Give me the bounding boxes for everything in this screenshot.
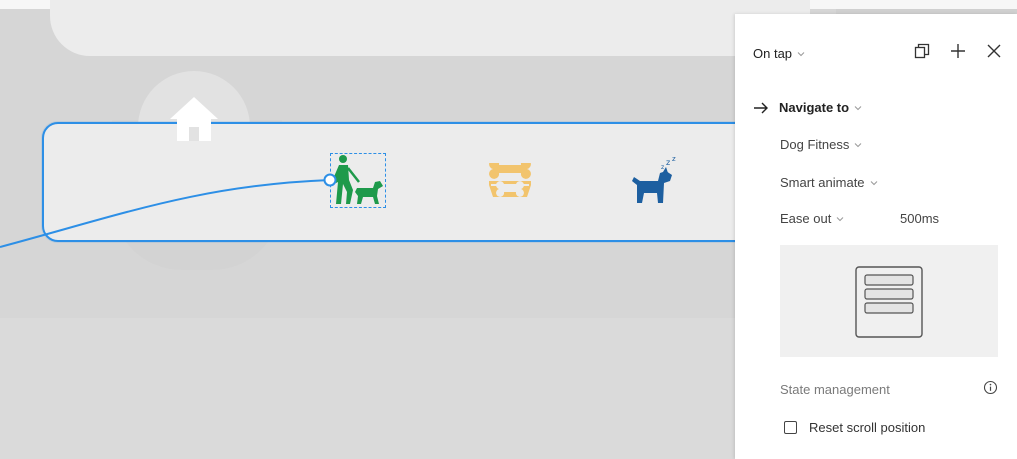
trigger-label: On tap — [753, 46, 793, 61]
arrow-right-icon — [754, 102, 768, 113]
chevron-down-icon — [870, 180, 877, 185]
duplicate-icon[interactable] — [913, 42, 931, 60]
trigger-dropdown[interactable]: On tap — [753, 46, 805, 61]
plus-icon[interactable] — [949, 42, 967, 60]
reset-scroll-label: Reset scroll position — [809, 420, 926, 435]
action-dropdown[interactable]: Navigate to — [753, 100, 862, 115]
easing-dropdown[interactable]: Ease out — [780, 211, 844, 226]
interaction-panel: On tap Navigate to Dog Fitness Smart ani… — [735, 14, 1017, 459]
connection-node — [323, 173, 337, 187]
info-icon[interactable] — [983, 380, 998, 395]
panel-header-actions — [913, 42, 1003, 60]
reset-scroll-checkbox[interactable] — [784, 421, 797, 434]
easing-label: Ease out — [780, 211, 832, 226]
device-preview-icon — [855, 266, 923, 338]
chevron-down-icon — [836, 216, 844, 221]
duration-input[interactable]: 500ms — [900, 211, 939, 226]
chevron-down-icon — [797, 51, 805, 56]
animation-preview — [780, 245, 998, 357]
destination-label: Dog Fitness — [780, 137, 850, 152]
destination-dropdown[interactable]: Dog Fitness — [780, 137, 862, 152]
close-icon[interactable] — [985, 42, 1003, 60]
chevron-down-icon — [854, 105, 862, 110]
state-management-label: State management — [780, 382, 890, 397]
reset-scroll-option[interactable]: Reset scroll position — [784, 420, 925, 435]
chevron-down-icon — [855, 142, 862, 147]
animation-dropdown[interactable]: Smart animate — [780, 175, 878, 190]
animation-label: Smart animate — [780, 175, 865, 190]
action-label: Navigate to — [779, 100, 850, 115]
